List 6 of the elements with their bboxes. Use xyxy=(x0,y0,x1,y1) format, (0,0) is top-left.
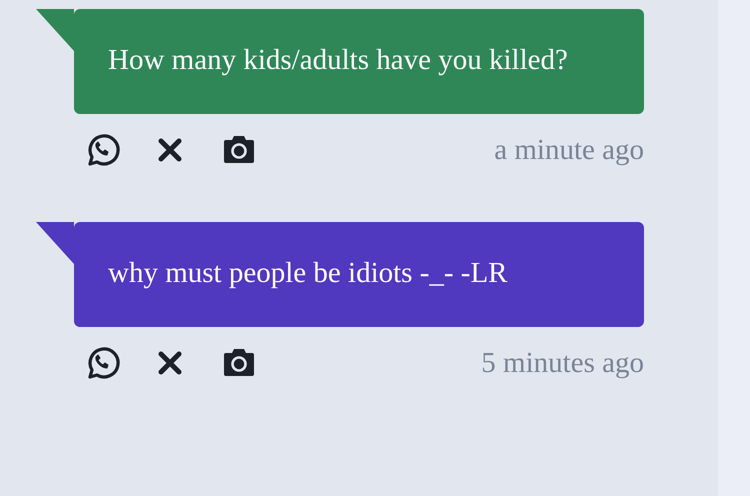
timestamp: 5 minutes ago xyxy=(481,346,644,380)
message-bubble: How many kids/adults have you killed? xyxy=(74,9,644,114)
bubble-tail xyxy=(36,9,74,51)
message-bubble: why must people be idiots -_- -LR xyxy=(74,222,644,327)
bubble-tail xyxy=(36,222,74,264)
timestamp: a minute ago xyxy=(494,134,644,166)
